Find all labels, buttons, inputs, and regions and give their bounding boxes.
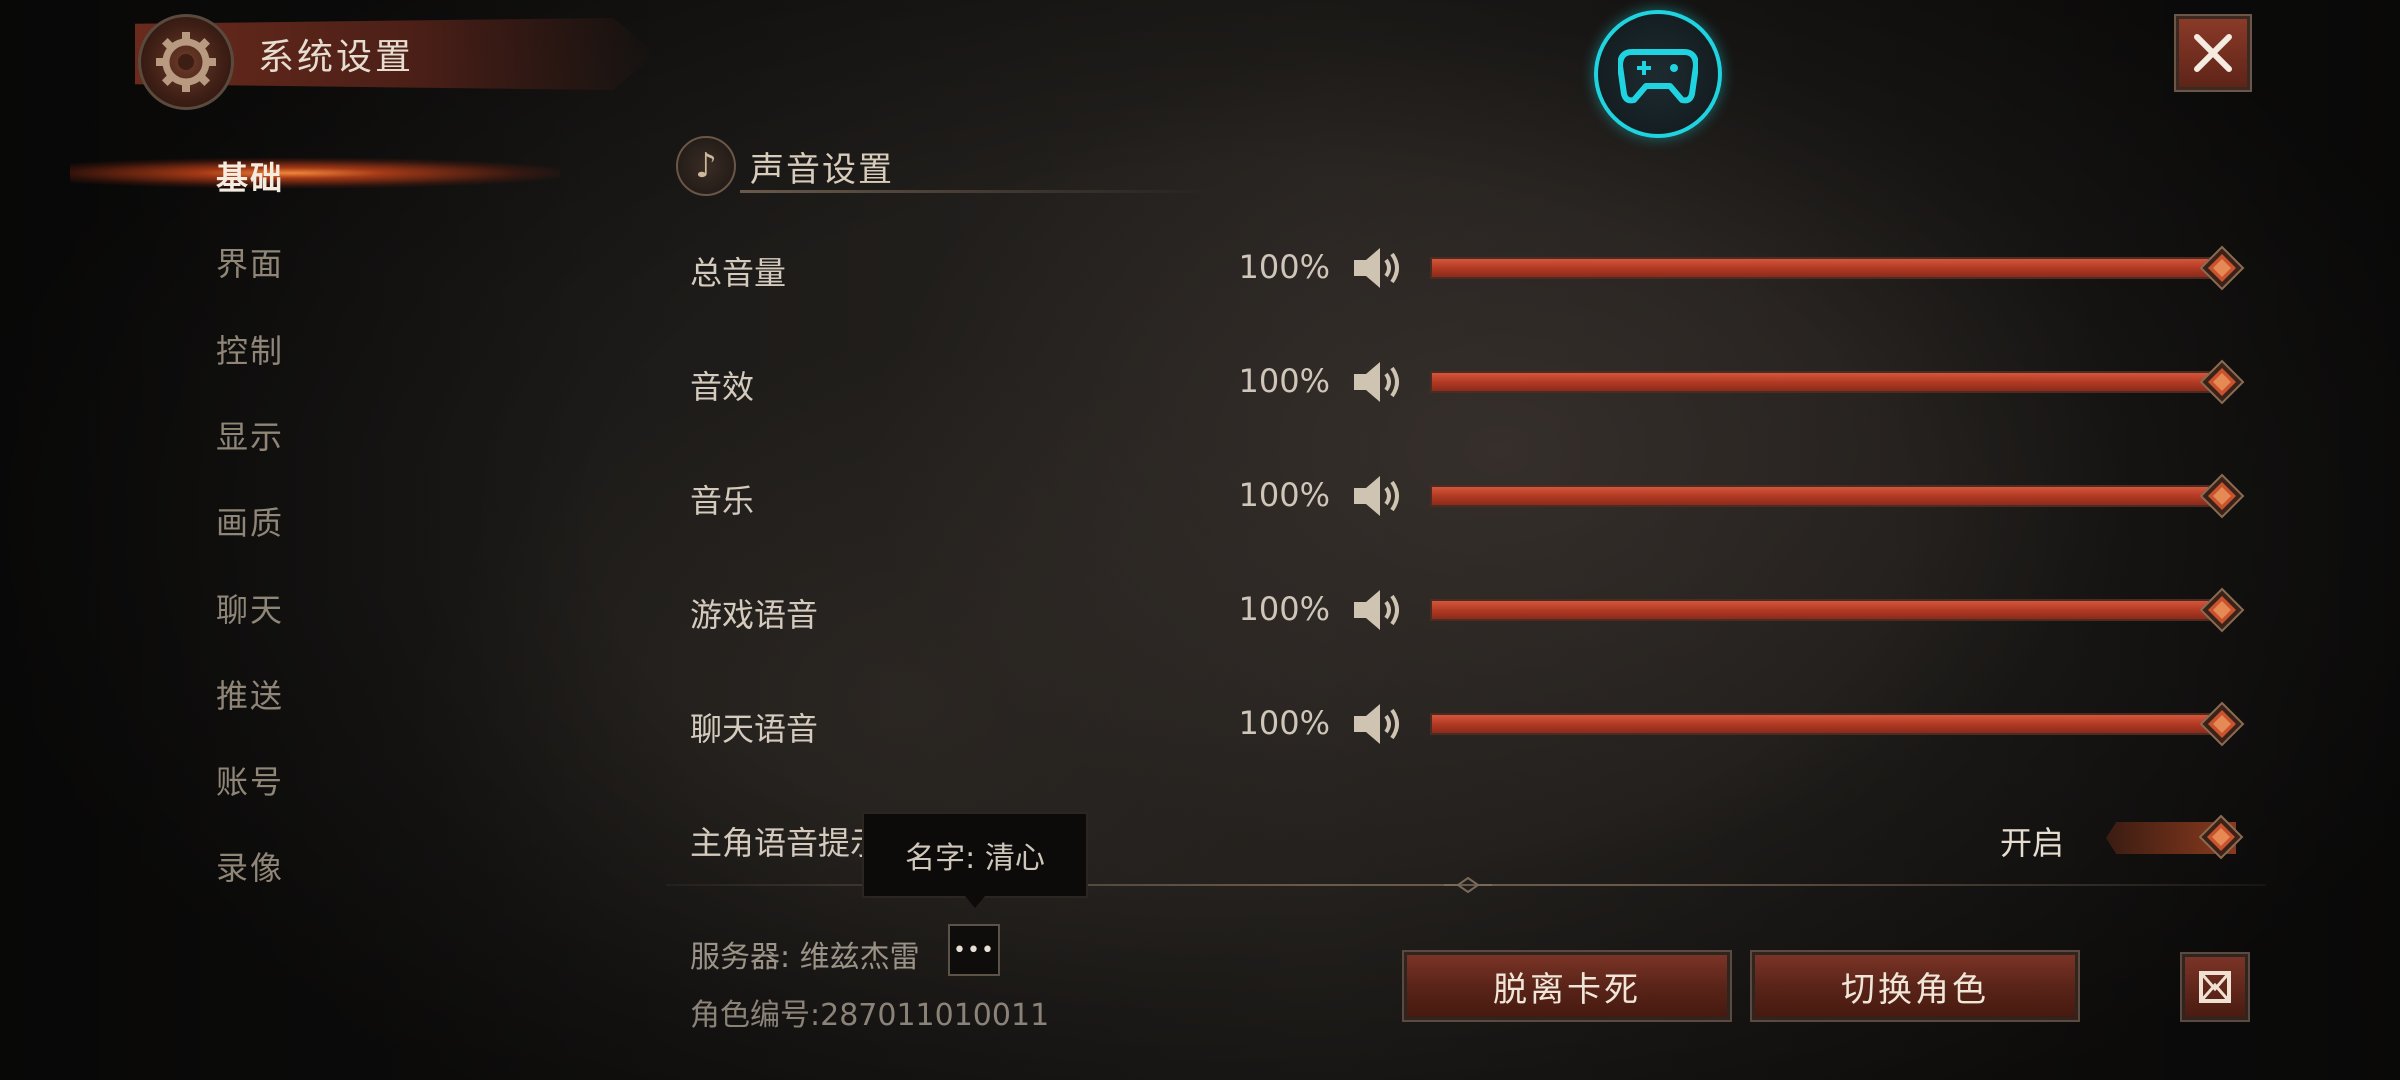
close-icon bbox=[2194, 34, 2232, 72]
character-id: 角色编号:287011010011 bbox=[690, 998, 1050, 1033]
volume-slider[interactable] bbox=[1430, 485, 2210, 507]
volume-row-value: 100% bbox=[1238, 476, 1330, 514]
divider-ornament bbox=[1444, 877, 1492, 893]
banner-button[interactable] bbox=[2180, 952, 2250, 1022]
volume-slider-handle[interactable] bbox=[2199, 587, 2245, 633]
sidebar-item-account[interactable]: 账号 bbox=[150, 757, 350, 803]
volume-slider-fill bbox=[1432, 259, 2208, 277]
more-button[interactable]: ••• bbox=[948, 924, 1000, 976]
volume-row-label: 音乐 bbox=[690, 482, 755, 520]
speaker-icon[interactable] bbox=[1352, 586, 1406, 634]
volume-row-value: 100% bbox=[1238, 248, 1330, 286]
sidebar-item-graphics[interactable]: 画质 bbox=[150, 498, 350, 544]
hero-voice-label: 主角语音提示 bbox=[690, 824, 883, 862]
volume-slider-handle[interactable] bbox=[2199, 359, 2245, 405]
volume-slider-handle[interactable] bbox=[2199, 701, 2245, 747]
volume-row-value: 100% bbox=[1238, 704, 1330, 742]
tooltip-arrow bbox=[965, 896, 985, 908]
volume-row-label: 音效 bbox=[690, 368, 755, 406]
sidebar-item-basic[interactable]: 基础 bbox=[150, 153, 350, 199]
sidebar-item-chat[interactable]: 聊天 bbox=[150, 585, 350, 631]
section-underline bbox=[740, 190, 1210, 193]
switch-character-button[interactable]: 切换角色 bbox=[1750, 950, 2080, 1022]
volume-slider-handle[interactable] bbox=[2199, 245, 2245, 291]
gamepad-icon[interactable] bbox=[1594, 10, 1722, 138]
close-button[interactable] bbox=[2174, 14, 2252, 92]
music-note-icon: ♪ bbox=[676, 136, 736, 196]
speaker-icon[interactable] bbox=[1352, 472, 1406, 520]
volume-slider[interactable] bbox=[1430, 713, 2210, 735]
unstuck-button[interactable]: 脱离卡死 bbox=[1402, 950, 1732, 1022]
volume-slider-fill bbox=[1432, 601, 2208, 619]
banner-icon bbox=[2199, 971, 2231, 1003]
volume-row-label: 聊天语音 bbox=[690, 710, 819, 748]
gear-icon bbox=[138, 14, 234, 110]
toggle-handle[interactable] bbox=[2198, 814, 2244, 860]
volume-slider-fill bbox=[1432, 487, 2208, 505]
speaker-icon[interactable] bbox=[1352, 700, 1406, 748]
volume-slider-fill bbox=[1432, 715, 2208, 733]
volume-row-value: 100% bbox=[1238, 362, 1330, 400]
sidebar-item-replay[interactable]: 录像 bbox=[150, 843, 350, 889]
volume-row-label: 游戏语音 bbox=[690, 596, 819, 634]
volume-row-value: 100% bbox=[1238, 590, 1330, 628]
volume-slider-fill bbox=[1432, 373, 2208, 391]
volume-slider-handle[interactable] bbox=[2199, 473, 2245, 519]
name-tooltip: 名字: 清心 bbox=[862, 812, 1088, 898]
sidebar-item-interface[interactable]: 界面 bbox=[150, 239, 350, 285]
volume-row-label: 总音量 bbox=[690, 254, 787, 292]
speaker-icon[interactable] bbox=[1352, 358, 1406, 406]
tooltip-text: 名字: 清心 bbox=[905, 841, 1045, 876]
volume-slider[interactable] bbox=[1430, 371, 2210, 393]
server-name: 服务器: 维兹杰雷 bbox=[690, 940, 920, 975]
hero-voice-state: 开启 bbox=[2000, 824, 2065, 862]
volume-slider[interactable] bbox=[1430, 599, 2210, 621]
volume-slider[interactable] bbox=[1430, 257, 2210, 279]
section-title: 声音设置 bbox=[750, 150, 894, 190]
page-title: 系统设置 bbox=[258, 37, 415, 78]
sidebar-item-controls[interactable]: 控制 bbox=[150, 326, 350, 372]
speaker-icon[interactable] bbox=[1352, 244, 1406, 292]
sidebar-item-display[interactable]: 显示 bbox=[150, 412, 350, 458]
sidebar-item-push[interactable]: 推送 bbox=[150, 671, 350, 717]
